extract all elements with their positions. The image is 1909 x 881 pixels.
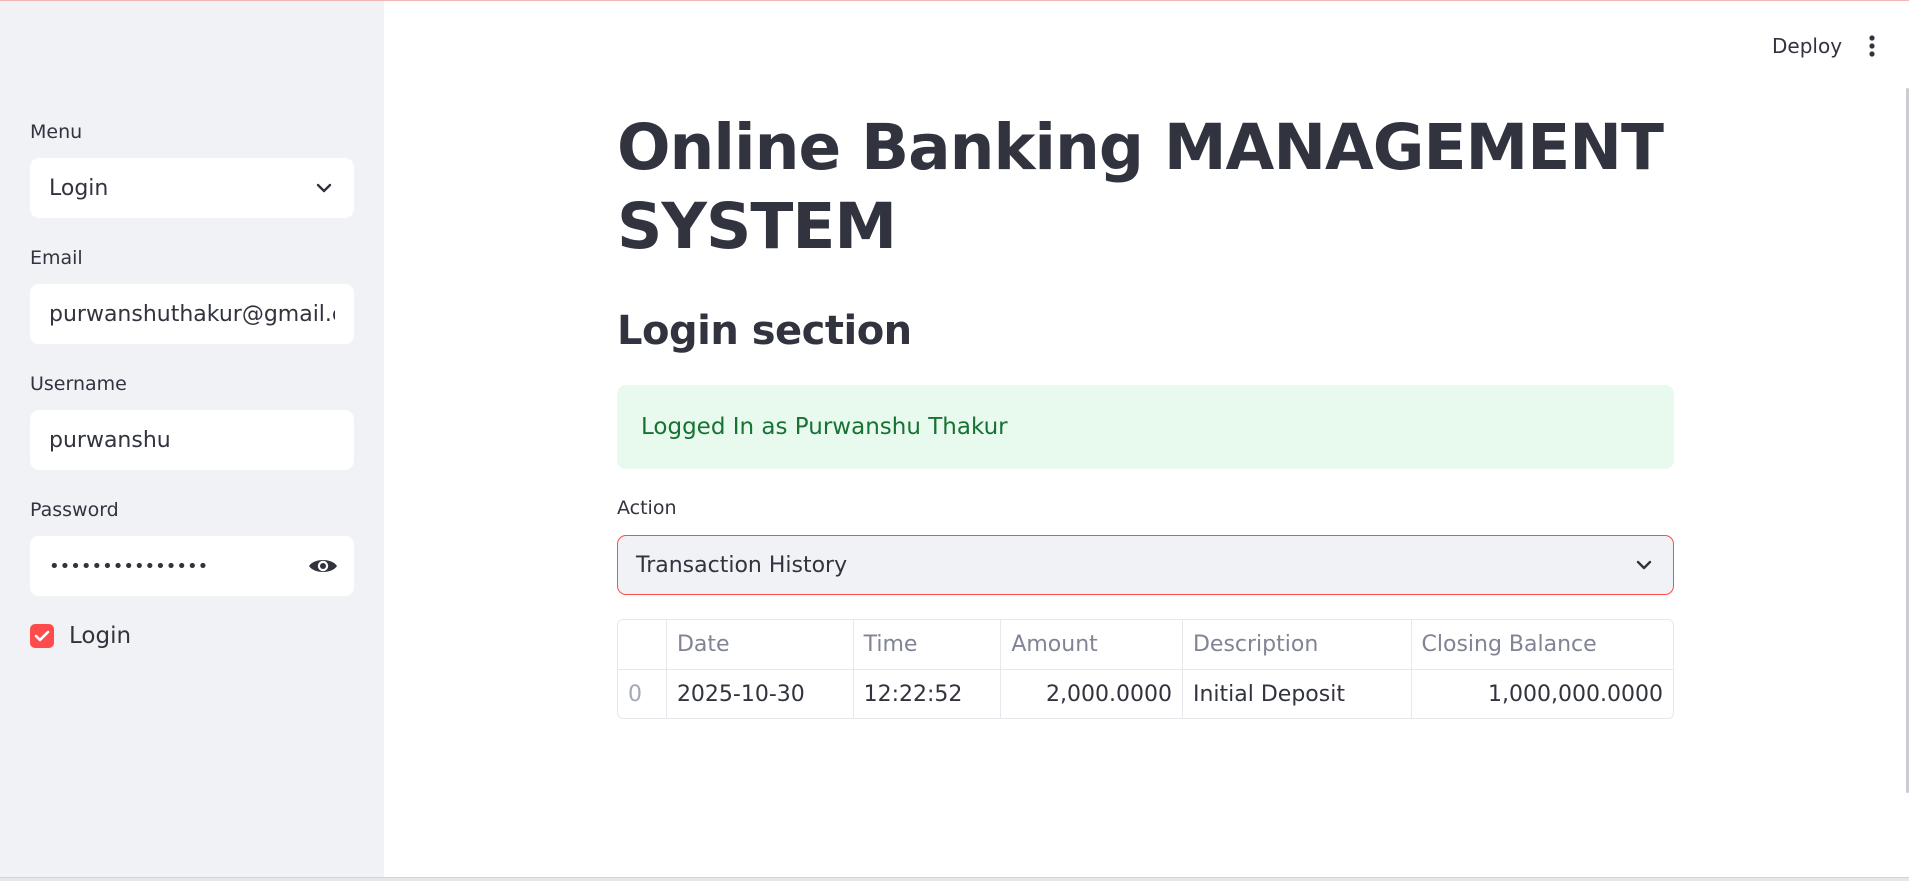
action-label: Action xyxy=(617,497,677,519)
page-title: Online Banking MANAGEMENT SYSTEM xyxy=(617,111,1664,263)
deploy-button[interactable]: Deploy xyxy=(1764,28,1850,64)
description-cell[interactable]: Initial Deposit xyxy=(1181,670,1411,718)
login-checkbox[interactable] xyxy=(30,624,54,648)
section-title: Login section xyxy=(617,308,912,354)
chevron-down-icon xyxy=(1633,554,1655,576)
success-alert: Logged In as Purwanshu Thakur xyxy=(617,385,1674,469)
row-index-cell[interactable]: 0 xyxy=(618,670,666,718)
menu-label: Menu xyxy=(30,121,83,143)
column-header-amount[interactable]: Amount xyxy=(1000,620,1182,669)
transaction-table[interactable]: Date Time Amount Description Closing Bal… xyxy=(617,619,1674,719)
password-field-value: ••••••••••••••• xyxy=(49,555,209,577)
time-cell[interactable]: 12:22:52 xyxy=(852,670,1001,718)
chevron-down-icon xyxy=(313,177,335,199)
closing-balance-cell[interactable]: 1,000,000.0000 xyxy=(1410,670,1673,718)
column-header-description[interactable]: Description xyxy=(1181,620,1411,669)
email-field-value: purwanshuthakur@gmail.com xyxy=(49,301,335,327)
sidebar: Menu Login Email purwanshuthakur@gmail.c… xyxy=(0,1,384,877)
eye-icon[interactable] xyxy=(306,554,340,578)
bottom-border xyxy=(0,877,1909,881)
table-row: 0 2025-10-30 12:22:52 2,000.0000 Initial… xyxy=(618,669,1673,718)
username-field-value: purwanshu xyxy=(49,427,171,453)
table-header-row: Date Time Amount Description Closing Bal… xyxy=(618,620,1673,669)
menu-select-value: Login xyxy=(49,175,109,201)
column-header-time[interactable]: Time xyxy=(852,620,1001,669)
username-field[interactable]: purwanshu xyxy=(30,410,354,470)
login-checkbox-row[interactable]: Login xyxy=(30,623,131,649)
username-label: Username xyxy=(30,373,127,395)
date-cell[interactable]: 2025-10-30 xyxy=(665,670,853,718)
email-field[interactable]: purwanshuthakur@gmail.com xyxy=(30,284,354,344)
login-checkbox-label: Login xyxy=(69,623,132,649)
vertical-ellipsis-icon[interactable] xyxy=(1858,30,1886,62)
password-label: Password xyxy=(30,499,119,521)
column-header-date[interactable]: Date xyxy=(665,620,853,669)
password-field[interactable]: ••••••••••••••• xyxy=(30,536,354,596)
action-select[interactable]: Transaction History xyxy=(617,535,1674,595)
menu-select[interactable]: Login xyxy=(30,158,354,218)
action-select-value: Transaction History xyxy=(636,552,848,578)
email-label: Email xyxy=(30,247,83,269)
amount-cell[interactable]: 2,000.0000 xyxy=(1000,670,1182,718)
success-alert-text: Logged In as Purwanshu Thakur xyxy=(641,414,1008,440)
column-header-closing-balance[interactable]: Closing Balance xyxy=(1410,620,1673,669)
column-header-index[interactable] xyxy=(618,620,666,669)
